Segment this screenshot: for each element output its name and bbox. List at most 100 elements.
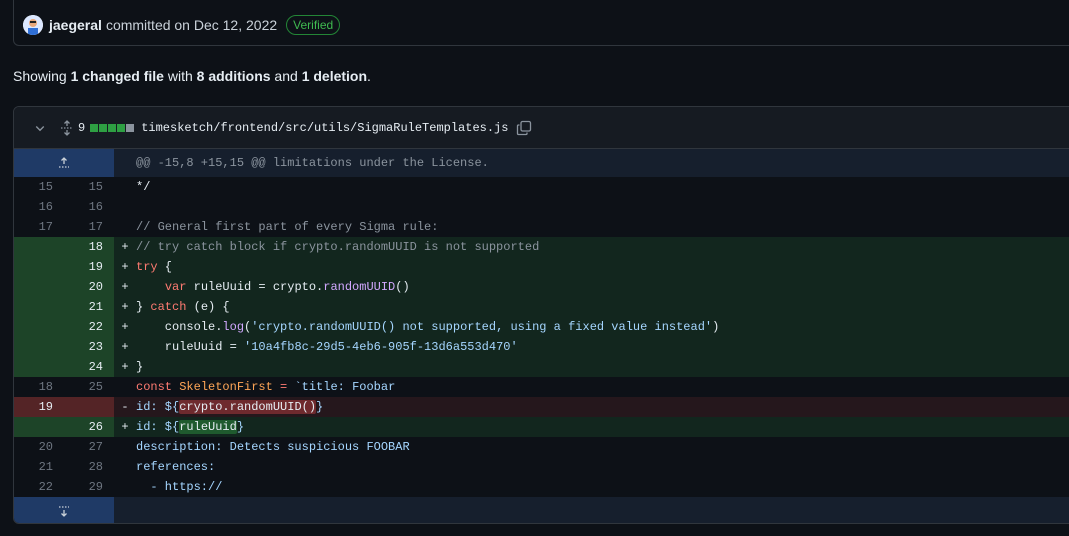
code-token: crypto.randomUUID() <box>179 400 317 414</box>
diff-marker: + <box>114 297 136 317</box>
code-content: // General first part of every Sigma rul… <box>136 217 1069 237</box>
new-line-number[interactable]: 24 <box>64 357 114 377</box>
copy-icon[interactable] <box>516 120 532 136</box>
code-token: = <box>272 380 295 394</box>
expand-all-icon[interactable] <box>60 119 74 136</box>
file-diff: 9 timesketch/frontend/src/utils/SigmaRul… <box>13 106 1069 524</box>
old-line-number[interactable] <box>14 357 64 377</box>
old-line-number[interactable]: 22 <box>14 477 64 497</box>
diffstat-block <box>99 123 108 132</box>
summary-files: 1 changed file <box>70 68 164 84</box>
old-line-number[interactable] <box>14 417 64 437</box>
new-line-number[interactable]: 23 <box>64 337 114 357</box>
new-line-number[interactable]: 16 <box>64 197 114 217</box>
diff-line-added: 24 +} <box>14 357 1069 377</box>
old-line-number[interactable] <box>14 277 64 297</box>
diff-line-context: 18 25 const SkeletonFirst = `title: Foobar <box>14 377 1069 397</box>
new-line-number[interactable]: 17 <box>64 217 114 237</box>
expand-down-row <box>14 497 1069 523</box>
code-content: console.log('crypto.randomUUID() not sup… <box>136 317 1069 337</box>
new-line-number[interactable]: 21 <box>64 297 114 317</box>
code-content: // try catch block if crypto.randomUUID … <box>136 237 1069 257</box>
code-token: id: ${ <box>136 400 180 414</box>
new-line-number[interactable]: 18 <box>64 237 114 257</box>
expand-up-icon <box>59 157 69 168</box>
diffstat-block <box>117 123 126 132</box>
code-token: (e) { <box>186 300 230 314</box>
code-token: // General first part of every Sigma rul… <box>136 220 439 234</box>
diff-line-deleted: 19 - id: ${crypto.randomUUID()} <box>14 397 1069 417</box>
diff-line-added: 23 + ruleUuid = '10a4fb8c-29d5-4eb6-905f-… <box>14 337 1069 357</box>
new-line-number[interactable] <box>64 397 114 417</box>
diff-marker <box>114 437 136 457</box>
code-token: console. <box>136 320 223 334</box>
diff-marker <box>114 217 136 237</box>
diffstat-block <box>126 123 135 132</box>
old-line-number[interactable]: 20 <box>14 437 64 457</box>
code-token: id: ${ <box>136 420 180 434</box>
old-line-number[interactable]: 15 <box>14 177 64 197</box>
diff-line-added: 26 + id: ${ruleUuid} <box>14 417 1069 437</box>
code-token: () <box>395 280 410 294</box>
old-line-number[interactable]: 18 <box>14 377 64 397</box>
code-content: var ruleUuid = crypto.randomUUID() <box>136 277 1069 297</box>
code-token: try <box>136 260 158 274</box>
code-token: catch <box>150 300 187 314</box>
old-line-number[interactable]: 17 <box>14 217 64 237</box>
code-token: } <box>316 400 324 414</box>
diff-marker <box>114 177 136 197</box>
old-line-number[interactable]: 16 <box>14 197 64 217</box>
new-line-number[interactable]: 29 <box>64 477 114 497</box>
diff-line-context: 15 15 */ <box>14 177 1069 197</box>
summary-additions: 8 additions <box>196 68 271 84</box>
diff-marker: + <box>114 257 136 277</box>
new-line-number[interactable]: 20 <box>64 277 114 297</box>
expand-down-button[interactable] <box>14 497 114 523</box>
avatar[interactable] <box>23 15 43 35</box>
code-token: description: Detects suspicious FOOBAR <box>136 440 410 454</box>
diff-line-context: 20 27 description: Detects suspicious FOOB… <box>14 437 1069 457</box>
summary-deletions: 1 deletion <box>301 68 368 84</box>
code-content: */ <box>136 177 1069 197</box>
code-token: { <box>157 260 173 274</box>
code-token: ruleUuid = crypto. <box>186 280 324 294</box>
expand-up-button[interactable] <box>14 149 114 177</box>
old-line-number[interactable]: 19 <box>14 397 64 417</box>
diffstat-bar <box>90 123 135 132</box>
diff-marker: - <box>114 397 136 417</box>
code-content: - https:// <box>136 477 1069 497</box>
new-line-number[interactable]: 15 <box>64 177 114 197</box>
diff-line-added: 21 +} catch (e) { <box>14 297 1069 317</box>
old-line-number[interactable] <box>14 237 64 257</box>
code-token: */ <box>136 180 151 194</box>
hunk-header-text: @@ -15,8 +15,15 @@ limitations under the… <box>114 149 1069 177</box>
new-line-number[interactable]: 25 <box>64 377 114 397</box>
code-content: ruleUuid = '10a4fb8c-29d5-4eb6-905f-13d6… <box>136 337 1069 357</box>
diff-marker: + <box>114 277 136 297</box>
old-line-number[interactable] <box>14 257 64 277</box>
code-token: ruleUuid = <box>136 340 245 354</box>
commit-author-link[interactable]: jaegeral <box>49 17 102 33</box>
old-line-number[interactable]: 21 <box>14 457 64 477</box>
old-line-number[interactable] <box>14 317 64 337</box>
verified-badge[interactable]: Verified <box>286 15 341 35</box>
new-line-number[interactable]: 22 <box>64 317 114 337</box>
code-content: try { <box>136 257 1069 277</box>
code-token: '10a4fb8c-29d5-4eb6-905f-13d6a553d470' <box>244 340 518 354</box>
chevron-down-icon[interactable] <box>34 122 48 134</box>
old-line-number[interactable] <box>14 337 64 357</box>
code-token: `title: Foobar <box>294 380 396 394</box>
commit-info-box: jaegeral committed on Dec 12, 2022 Verif… <box>13 0 1069 46</box>
code-token: references: <box>136 460 216 474</box>
old-line-number[interactable] <box>14 297 64 317</box>
diff-line-context: 21 28 references: <box>14 457 1069 477</box>
new-line-number[interactable]: 28 <box>64 457 114 477</box>
new-line-number[interactable]: 27 <box>64 437 114 457</box>
file-header: 9 timesketch/frontend/src/utils/SigmaRul… <box>14 107 1069 149</box>
diff-summary: Showing 1 changed file with 8 additions … <box>13 66 371 86</box>
new-line-number[interactable]: 19 <box>64 257 114 277</box>
diff-marker <box>114 197 136 217</box>
file-path-link[interactable]: timesketch/frontend/src/utils/SigmaRuleT… <box>141 121 508 135</box>
new-line-number[interactable]: 26 <box>64 417 114 437</box>
